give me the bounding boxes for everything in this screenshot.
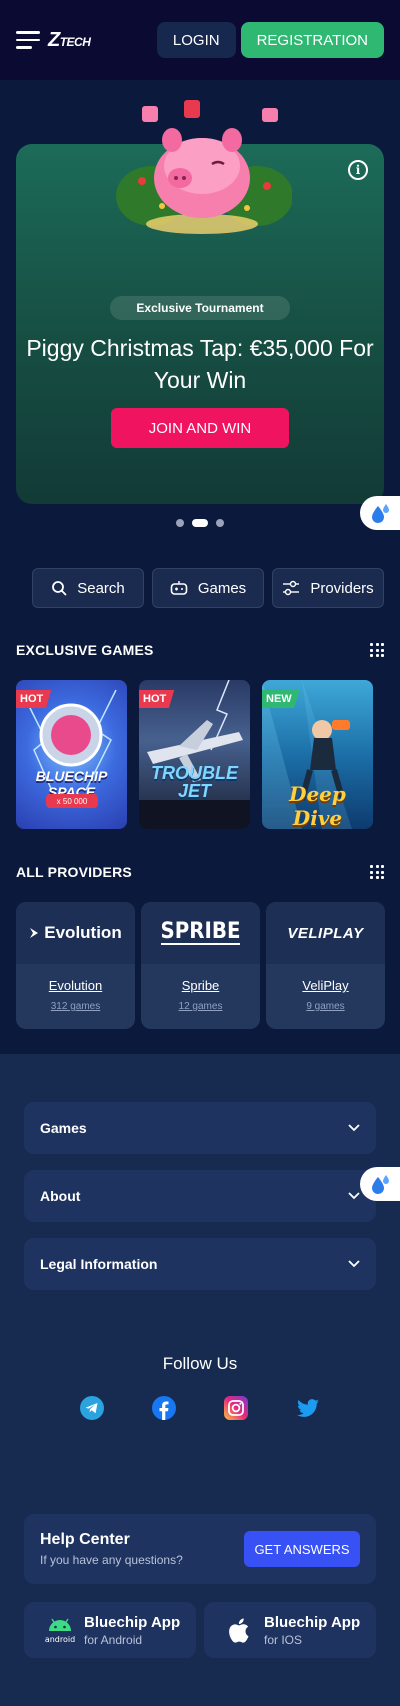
join-and-win-button[interactable]: JOIN AND WIN <box>111 408 289 448</box>
accordion-label: Legal Information <box>40 1256 158 1272</box>
provider-name[interactable]: VeliPlay <box>266 978 385 993</box>
new-badge: NEW <box>262 690 300 708</box>
registration-button[interactable]: REGISTRATION <box>240 22 384 58</box>
floating-drops-button[interactable] <box>360 1167 400 1201</box>
provider-logo: Evolution <box>16 902 135 964</box>
telegram-icon[interactable] <box>80 1396 104 1420</box>
search-button[interactable]: Search <box>32 568 144 608</box>
provider-card-evolution[interactable]: Evolution Evolution 312 games <box>16 902 135 1029</box>
facebook-icon[interactable] <box>152 1396 176 1420</box>
grid-view-icon[interactable] <box>370 865 384 879</box>
piggy-bank-illustration <box>116 100 292 234</box>
hot-badge: HOT <box>16 690 52 708</box>
accordion-games[interactable]: Games <box>24 1102 376 1154</box>
all-providers-header: ALL PROVIDERS <box>16 864 384 880</box>
provider-logo: SPRIBE <box>141 902 260 964</box>
get-answers-button[interactable]: GET ANSWERS <box>244 1531 360 1567</box>
provider-card-spribe[interactable]: SPRIBE Spribe 12 games <box>141 902 260 1029</box>
provider-game-count[interactable]: 312 games <box>16 1001 135 1012</box>
provider-game-count[interactable]: 12 games <box>141 1001 260 1012</box>
chevron-down-icon <box>348 1192 360 1200</box>
chevron-down-icon <box>348 1260 360 1268</box>
evolution-logo-mark <box>30 928 39 938</box>
android-app-button[interactable]: android Bluechip App for Android <box>24 1602 196 1658</box>
game-title: TROUBLE JET <box>151 763 238 801</box>
search-button-label: Search <box>77 579 125 597</box>
carousel-dots <box>0 519 400 527</box>
accordion-about[interactable]: About <box>24 1170 376 1222</box>
all-providers-heading: ALL PROVIDERS <box>16 864 132 880</box>
game-card-bluechip-space[interactable]: HOT BLUECHIP SPACE x 50 000 <box>16 680 127 829</box>
provider-card-veliplay[interactable]: VELIPLAY VeliPlay 9 games <box>266 902 385 1029</box>
hot-badge: HOT <box>139 690 175 708</box>
water-drop-icon <box>372 504 389 523</box>
carousel-dot[interactable] <box>216 519 224 527</box>
app-title: Bluechip App <box>264 1613 361 1631</box>
menu-icon[interactable] <box>16 31 40 49</box>
ios-app-button[interactable]: Bluechip App for IOS <box>204 1602 376 1658</box>
help-center-subtitle: If you have any questions? <box>40 1553 183 1567</box>
app-subtitle: for IOS <box>264 1632 303 1647</box>
exclusive-games-heading: EXCLUSIVE GAMES <box>16 642 154 658</box>
instagram-icon[interactable] <box>224 1396 248 1420</box>
multiplier-badge: x 50 000 <box>46 794 98 808</box>
game-card-deep-dive[interactable]: NEW Deep Dive <box>262 680 373 829</box>
login-button[interactable]: LOGIN <box>156 22 236 58</box>
provider-game-count[interactable]: 9 games <box>266 1001 385 1012</box>
follow-us-heading: Follow Us <box>162 1354 238 1373</box>
sliders-icon <box>283 580 300 596</box>
water-drop-icon <box>372 1175 389 1194</box>
providers-button-label: Providers <box>310 579 374 597</box>
provider-name[interactable]: Evolution <box>16 978 135 993</box>
providers-button[interactable]: Providers <box>272 568 384 608</box>
carousel-dot[interactable] <box>176 519 184 527</box>
games-button-label: Games <box>197 579 247 597</box>
accordion-label: Games <box>40 1120 87 1136</box>
svg-text:android: android <box>45 1635 75 1644</box>
android-icon: android <box>45 1618 75 1644</box>
gamepad-icon <box>170 581 188 595</box>
accordion-legal-information[interactable]: Legal Information <box>24 1238 376 1290</box>
app-title: Bluechip App <box>84 1613 181 1631</box>
twitter-icon[interactable] <box>296 1396 320 1420</box>
top-header: ZTECH LOGIN REGISTRATION <box>0 0 400 80</box>
accordion-label: About <box>40 1188 81 1204</box>
promo-title: Piggy Christmas Tap: €35,000 For Your Wi… <box>26 335 374 393</box>
exclusive-games-header: EXCLUSIVE GAMES <box>16 642 384 658</box>
search-icon <box>52 581 67 596</box>
game-card-trouble-jet[interactable]: HOT TROUBLE JET <box>139 680 250 829</box>
carousel-dot-active[interactable] <box>192 519 208 527</box>
games-button[interactable]: Games <box>152 568 264 608</box>
help-center-title: Help Center <box>40 1531 130 1548</box>
help-center-card: Help Center If you have any questions? G… <box>24 1514 376 1584</box>
info-icon[interactable]: i <box>348 160 368 180</box>
site-logo[interactable]: ZTECH <box>48 30 91 50</box>
tournament-tag: Exclusive Tournament <box>110 296 290 320</box>
provider-logo: VELIPLAY <box>266 902 385 964</box>
chevron-down-icon <box>348 1124 360 1132</box>
apple-icon <box>229 1618 249 1643</box>
game-title: Deep Dive <box>289 782 346 829</box>
promo-banner[interactable]: i Exclusive Tournament Piggy Christmas T… <box>16 100 384 504</box>
floating-drops-button[interactable] <box>360 496 400 530</box>
app-subtitle: for Android <box>84 1632 143 1647</box>
provider-name[interactable]: Spribe <box>141 978 260 993</box>
grid-view-icon[interactable] <box>370 643 384 657</box>
